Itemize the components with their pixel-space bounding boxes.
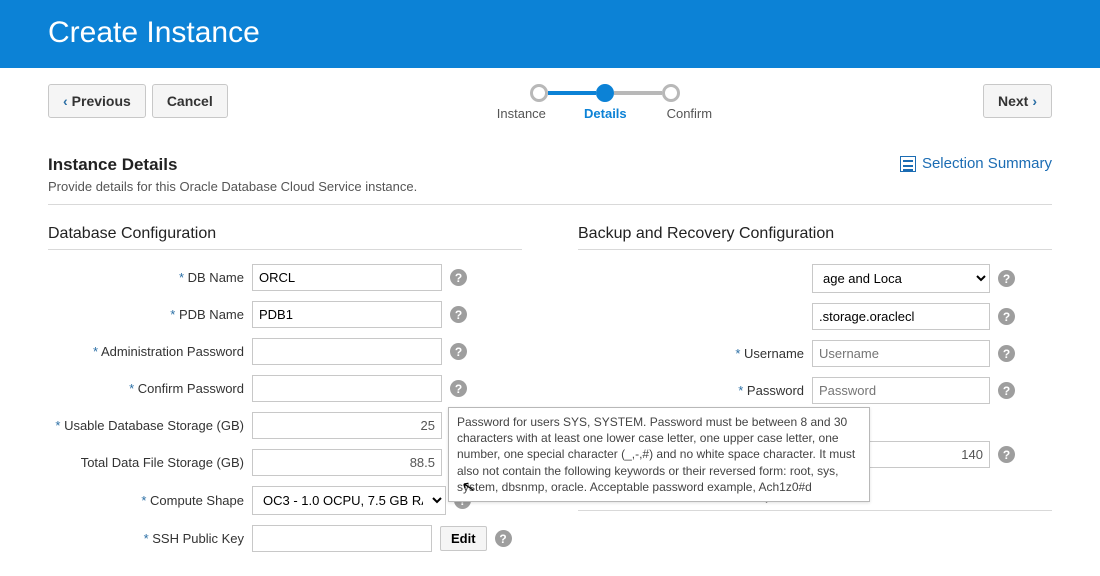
confirm-password-label: Confirm Password [48,381,252,396]
help-icon[interactable]: ? [998,382,1015,399]
wizard-node-confirm[interactable] [662,84,680,102]
help-icon[interactable]: ? [998,345,1015,362]
section-title: Instance Details [48,155,417,175]
admin-password-input[interactable] [252,338,442,365]
help-icon[interactable]: ? [998,270,1015,287]
backup-password-input[interactable] [812,377,990,404]
summary-icon [900,156,916,172]
wizard-bar [548,91,596,95]
help-icon[interactable]: ? [998,308,1015,325]
wizard-node-instance[interactable] [530,84,548,102]
help-icon[interactable]: ? [450,380,467,397]
wizard-steps: Instance Details Confirm [489,84,721,121]
backup-password-label: Password [578,383,812,398]
usable-storage-input[interactable] [252,412,442,439]
chevron-left-icon: ‹ [63,93,68,109]
help-icon[interactable]: ? [450,343,467,360]
ssh-key-edit-button[interactable]: Edit [440,526,487,551]
page-title: Create Instance [48,16,1052,50]
password-help-tooltip: Password for users SYS, SYSTEM. Password… [448,407,870,502]
db-config-heading: Database Configuration [48,225,522,250]
ssh-key-input [252,525,432,552]
help-icon[interactable]: ? [450,269,467,286]
wizard-node-details[interactable] [596,84,614,102]
help-icon[interactable]: ? [998,446,1015,463]
pdb-name-label: PDB Name [48,307,252,322]
backup-username-input[interactable] [812,340,990,367]
ssh-key-label: SSH Public Key [48,531,252,546]
cancel-button[interactable]: Cancel [152,84,228,118]
next-button[interactable]: Next› [983,84,1052,118]
usable-storage-label: Usable Database Storage (GB) [48,418,252,433]
wizard-label-details[interactable]: Details [573,106,637,121]
wizard-bar [614,91,662,95]
backup-heading: Backup and Recovery Configuration [578,225,1052,250]
selection-summary-link[interactable]: Selection Summary [900,155,1052,172]
section-subtitle: Provide details for this Oracle Database… [48,179,417,194]
backup-username-label: Username [578,346,812,361]
total-storage-output [252,449,442,476]
nav-row: ‹Previous Cancel Instance Details Confir… [0,68,1100,127]
backup-destination-select[interactable]: age and Loca [812,264,990,293]
chevron-right-icon: › [1032,93,1037,109]
db-name-label: DB Name [48,270,252,285]
compute-shape-label: Compute Shape [48,493,252,508]
backup-recovery-panel: Backup and Recovery Configuration age an… [578,225,1052,562]
help-icon[interactable]: ? [450,306,467,323]
pdb-name-input[interactable] [252,301,442,328]
wizard-label-confirm[interactable]: Confirm [657,106,721,121]
cloud-container-input[interactable] [812,303,990,330]
database-configuration-panel: Database Configuration DB Name ? PDB Nam… [48,225,522,562]
compute-shape-select[interactable]: OC3 - 1.0 OCPU, 7.5 GB RAM [252,486,446,515]
total-storage-label: Total Data File Storage (GB) [48,455,252,470]
page-banner: Create Instance [0,0,1100,68]
db-name-input[interactable] [252,264,442,291]
admin-password-label: Administration Password [48,344,252,359]
confirm-password-input[interactable] [252,375,442,402]
wizard-label-instance[interactable]: Instance [489,106,553,121]
previous-button[interactable]: ‹Previous [48,84,146,118]
help-icon[interactable]: ? [495,530,512,547]
